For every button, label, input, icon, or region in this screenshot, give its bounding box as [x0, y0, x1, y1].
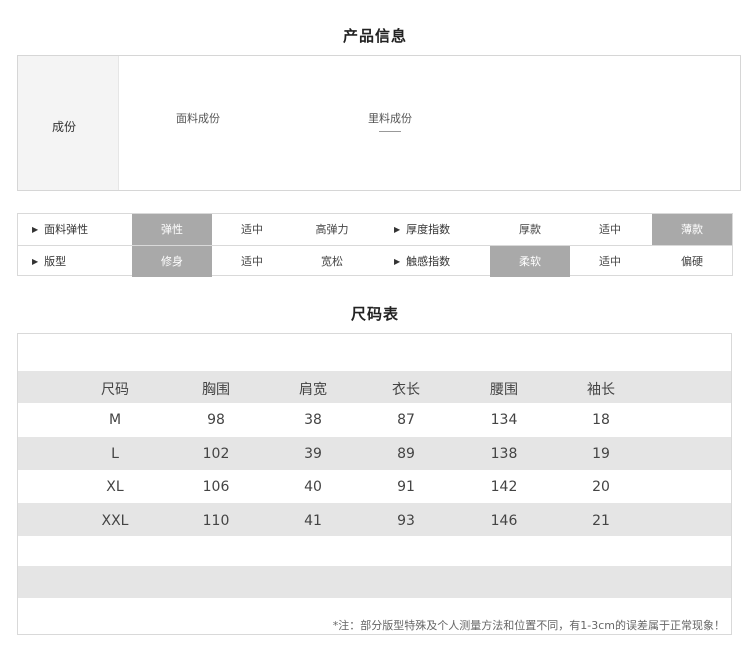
waist-cell: 138: [490, 446, 518, 462]
triangle-right-icon: ▶: [32, 257, 39, 266]
sleeve-cell: 19: [592, 446, 610, 462]
size-cell: XXL: [101, 513, 129, 529]
waist-cell: 146: [490, 513, 518, 529]
sleeve-cell: 20: [592, 479, 610, 495]
attribute-name-label: 触感指数: [406, 255, 451, 268]
size-cell: M: [108, 412, 122, 428]
composition-panel: 成份 面料成份 里料成份: [17, 55, 741, 191]
lining-composition-placeholder: [379, 131, 401, 132]
shoulder-cell: 40: [304, 479, 322, 495]
column-header-waist: 腰围: [490, 382, 518, 398]
attribute-option: 适中: [241, 255, 263, 268]
column-header-size: 尺码: [101, 382, 129, 398]
waist-cell: 142: [490, 479, 518, 495]
shoulder-cell: 41: [304, 513, 322, 529]
chest-cell: 98: [207, 412, 225, 428]
lining-composition-label: 里料成份: [368, 112, 412, 125]
chest-cell: 106: [202, 479, 230, 495]
column-header-shoulder: 肩宽: [299, 382, 327, 398]
attribute-name-label: 面料弹性: [44, 223, 89, 236]
attribute-name-label: 厚度指数: [406, 223, 451, 236]
column-header-length: 衣长: [392, 382, 420, 398]
attribute-option: 高弹力: [315, 223, 349, 236]
composition-label: 成份: [52, 120, 77, 134]
attribute-option: 弹性: [132, 214, 212, 245]
attribute-grid: ▶ 面料弹性 弹性 适中 高弹力 ▶ 厚度指数 厚款 适中 薄款 ▶ 版型 修身 适中…: [17, 213, 733, 277]
measurement-note: *注：部分版型特殊及个人测量方法和位置不同，有1-3cm的误差属于正常现象！: [332, 619, 725, 632]
column-header-sleeve: 袖长: [587, 382, 615, 398]
triangle-right-icon: ▶: [394, 257, 401, 266]
length-cell: 89: [397, 446, 415, 462]
attribute-option: 适中: [599, 255, 621, 268]
shoulder-cell: 38: [304, 412, 322, 428]
triangle-right-icon: ▶: [32, 225, 39, 234]
attribute-name-elasticity: ▶ 面料弹性: [32, 214, 132, 245]
empty-row-band: [18, 566, 731, 598]
attribute-name-fit: ▶ 版型: [32, 246, 132, 277]
size-table: 尺码 胸围 肩宽 衣长 腰围 袖长 M 98 38 87 134 18 L 10…: [17, 333, 732, 635]
attribute-option: 薄款: [652, 214, 732, 245]
composition-label-cell: 成份: [18, 56, 119, 190]
length-cell: 93: [397, 513, 415, 529]
length-cell: 87: [397, 412, 415, 428]
attribute-option: 修身: [132, 246, 212, 277]
waist-cell: 134: [490, 412, 518, 428]
size-cell: L: [111, 446, 119, 462]
attribute-option: 厚款: [519, 223, 541, 236]
size-cell: XL: [106, 479, 124, 495]
column-header-chest: 胸围: [202, 382, 230, 398]
attribute-name-label: 版型: [44, 255, 67, 268]
attribute-option: 柔软: [490, 246, 570, 277]
attribute-name-touch: ▶ 触感指数: [394, 246, 490, 277]
sleeve-cell: 21: [592, 513, 610, 529]
product-info-title: 产品信息: [342, 27, 407, 45]
sleeve-cell: 18: [592, 412, 610, 428]
fabric-composition-label: 面料成份: [176, 112, 220, 125]
attribute-option: 宽松: [321, 255, 343, 268]
attribute-row: ▶ 面料弹性 弹性 适中 高弹力 ▶ 厚度指数 厚款 适中 薄款: [18, 214, 732, 245]
chest-cell: 102: [202, 446, 230, 462]
attribute-name-thickness: ▶ 厚度指数: [394, 214, 490, 245]
length-cell: 91: [397, 479, 415, 495]
attribute-option: 偏硬: [681, 255, 703, 268]
size-table-title: 尺码表: [350, 305, 399, 323]
attribute-option: 适中: [599, 223, 621, 236]
attribute-option: 适中: [241, 223, 263, 236]
chest-cell: 110: [202, 513, 230, 529]
attribute-row: ▶ 版型 修身 适中 宽松 ▶ 触感指数 柔软 适中 偏硬: [18, 245, 732, 277]
shoulder-cell: 39: [304, 446, 322, 462]
triangle-right-icon: ▶: [394, 225, 401, 234]
